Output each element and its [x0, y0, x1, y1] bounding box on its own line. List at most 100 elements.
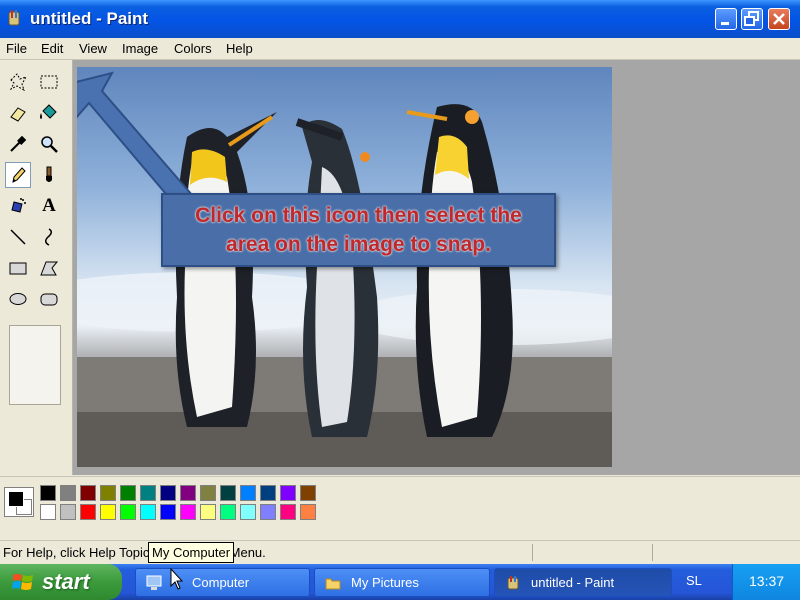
close-button[interactable]	[768, 8, 790, 30]
menu-help[interactable]: Help	[226, 41, 253, 56]
status-bar: For Help, click Help Topics on the Help …	[0, 540, 800, 565]
menu-file[interactable]: File	[6, 41, 27, 56]
callout-line-1: Click on this icon then select the	[195, 204, 522, 227]
color-swatch[interactable]	[220, 485, 236, 501]
menu-colors[interactable]: Colors	[174, 41, 212, 56]
tool-brush[interactable]	[36, 162, 62, 188]
tool-magnifier[interactable]	[36, 131, 62, 157]
language-indicator[interactable]: SL	[686, 573, 702, 588]
paint-icon	[507, 576, 519, 590]
task-label: untitled - Paint	[531, 575, 615, 590]
color-palette	[0, 476, 800, 539]
task-computer[interactable]: Computer	[135, 568, 310, 597]
window-title: untitled - Paint	[30, 9, 149, 28]
tool-rounded-rectangle[interactable]	[36, 286, 62, 312]
menu-bar: File Edit View Image Colors Help	[0, 38, 800, 60]
mouse-cursor-icon	[170, 568, 184, 590]
color-swatch[interactable]	[180, 485, 196, 501]
color-swatch[interactable]	[40, 504, 56, 520]
start-button[interactable]: start	[0, 564, 122, 600]
fill-bucket-icon	[40, 104, 57, 119]
color-swatch[interactable]	[140, 504, 156, 520]
color-swatch[interactable]	[60, 485, 76, 501]
polygon-icon	[40, 261, 59, 276]
color-swatch[interactable]	[200, 485, 216, 501]
color-swatch[interactable]	[40, 485, 56, 501]
task-my-pictures[interactable]: My Pictures	[314, 568, 490, 597]
color-swatch[interactable]	[80, 504, 96, 520]
rectangle-icon	[9, 262, 27, 275]
color-swatch[interactable]	[160, 485, 176, 501]
task-label: My Pictures	[351, 575, 419, 590]
free-form-select-icon	[9, 73, 28, 92]
tool-options-panel[interactable]	[9, 325, 61, 405]
color-swatch[interactable]	[300, 485, 316, 501]
drawing-canvas[interactable]: Click on this icon then select the area …	[77, 67, 612, 467]
color-swatch[interactable]	[240, 504, 256, 520]
restore-icon	[744, 11, 759, 26]
callout-line-2: area on the image to snap.	[226, 233, 491, 256]
current-colors[interactable]	[4, 487, 34, 517]
instruction-callout: Click on this icon then select the area …	[161, 193, 556, 267]
color-swatch[interactable]	[300, 504, 316, 520]
task-paint[interactable]: untitled - Paint	[494, 568, 672, 597]
color-swatch[interactable]	[280, 485, 296, 501]
tool-color-picker[interactable]	[5, 131, 31, 157]
tool-ellipse[interactable]	[5, 286, 31, 312]
title-bar: untitled - Paint	[0, 0, 800, 38]
color-swatch[interactable]	[280, 504, 296, 520]
tool-rectangle[interactable]	[5, 255, 31, 281]
color-swatch[interactable]	[80, 485, 96, 501]
ellipse-icon	[9, 293, 27, 305]
tool-line[interactable]	[5, 224, 31, 250]
menu-image[interactable]: Image	[122, 41, 158, 56]
system-tray: 13:37	[732, 564, 800, 600]
tool-fill[interactable]	[36, 100, 62, 126]
color-swatch[interactable]	[120, 504, 136, 520]
color-swatch[interactable]	[220, 504, 236, 520]
color-swatch[interactable]	[260, 485, 276, 501]
taskbar: start Computer My Pictures untitled - Pa…	[0, 564, 800, 600]
tool-airbrush[interactable]	[5, 193, 31, 219]
color-swatch[interactable]	[100, 504, 116, 520]
menu-view[interactable]: View	[79, 41, 107, 56]
tool-curve[interactable]	[36, 224, 62, 250]
tool-text[interactable]: A	[36, 193, 62, 219]
color-swatch[interactable]	[260, 504, 276, 520]
rounded-rectangle-icon	[40, 293, 58, 306]
menu-edit[interactable]: Edit	[41, 41, 63, 56]
windows-flag-icon	[12, 574, 33, 590]
status-separator	[532, 544, 533, 561]
color-swatch[interactable]	[100, 485, 116, 501]
clock[interactable]: 13:37	[749, 573, 784, 589]
foreground-color-swatch	[8, 491, 24, 507]
magnifier-icon	[41, 136, 58, 153]
computer-icon	[146, 575, 162, 590]
folder-icon	[325, 578, 341, 590]
color-swatch[interactable]	[160, 504, 176, 520]
start-label: start	[42, 569, 90, 594]
text-icon: A	[42, 195, 56, 216]
tool-eraser[interactable]	[5, 100, 31, 126]
brush-icon	[46, 166, 52, 182]
tool-polygon[interactable]	[36, 255, 62, 281]
airbrush-icon	[11, 198, 26, 213]
color-swatch[interactable]	[60, 504, 76, 520]
color-swatch[interactable]	[200, 504, 216, 520]
maximize-button[interactable]	[741, 8, 763, 30]
pencil-icon	[12, 167, 26, 183]
curve-icon	[45, 228, 52, 246]
color-swatch[interactable]	[140, 485, 156, 501]
line-icon	[10, 229, 26, 245]
color-swatch[interactable]	[180, 504, 196, 520]
tool-select[interactable]	[36, 69, 62, 95]
minimize-button[interactable]	[715, 8, 737, 30]
tool-pencil[interactable]	[5, 162, 31, 188]
pointer-arrow	[77, 71, 194, 209]
eraser-icon	[10, 107, 26, 122]
tool-free-form-select[interactable]	[5, 69, 31, 95]
color-swatch[interactable]	[240, 485, 256, 501]
color-swatch[interactable]	[120, 485, 136, 501]
color-picker-icon	[10, 135, 27, 152]
select-icon	[40, 75, 58, 89]
